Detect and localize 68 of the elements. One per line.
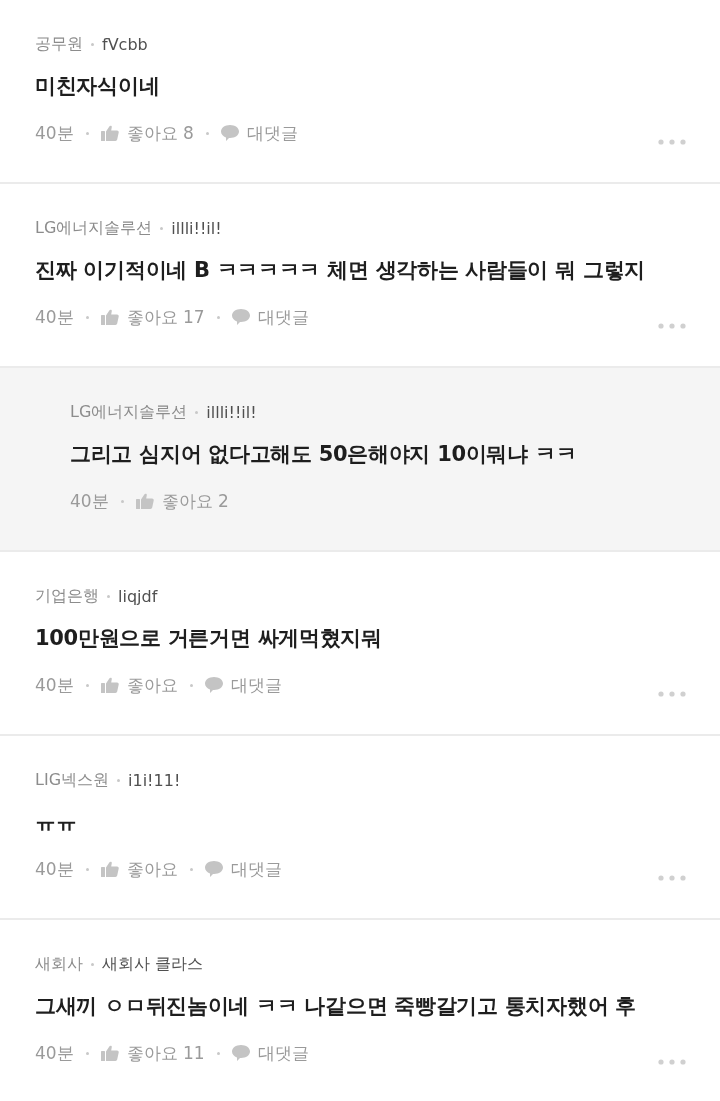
more-icon[interactable] bbox=[658, 323, 686, 329]
separator-dot-icon bbox=[91, 42, 94, 46]
separator-dot-icon bbox=[117, 778, 121, 782]
comment-text: 그새끼 ㅇㅁ뒤진놈이네 ㅋㅋ 나같으면 죽빵갈기고 통치자했어 후 bbox=[35, 993, 637, 1020]
reply-button[interactable]: 대댓글 bbox=[204, 857, 282, 881]
nickname: illli!!il! bbox=[171, 218, 222, 238]
more-icon[interactable] bbox=[658, 1059, 686, 1065]
thumbs-up-icon bbox=[100, 1045, 119, 1061]
nickname: liqjdf bbox=[118, 586, 158, 606]
nickname: illli!!il! bbox=[206, 402, 257, 422]
separator-dot-icon bbox=[85, 131, 89, 135]
timestamp: 40분 bbox=[35, 121, 74, 145]
more-icon[interactable] bbox=[658, 139, 686, 145]
thumbs-up-icon bbox=[135, 493, 154, 509]
more-icon[interactable] bbox=[658, 691, 686, 697]
speech-bubble-icon bbox=[220, 125, 239, 141]
nickname: fVcbb bbox=[102, 34, 148, 54]
speech-bubble-icon bbox=[204, 861, 223, 877]
separator-dot-icon bbox=[85, 867, 89, 871]
like-button[interactable]: 좋아요 17 bbox=[100, 305, 205, 329]
thumbs-up-icon bbox=[100, 125, 119, 141]
company-name: 새회사 bbox=[35, 953, 83, 975]
reply-button[interactable]: 대댓글 bbox=[204, 673, 282, 697]
separator-dot-icon bbox=[216, 1051, 220, 1055]
company-name: 기업은행 bbox=[35, 585, 99, 607]
comment-text: 100만원으로 거른거면 싸게먹혔지뭐 bbox=[35, 625, 383, 652]
separator-dot-icon bbox=[85, 315, 89, 319]
company-name: LG에너지솔루션 bbox=[35, 217, 153, 239]
like-button[interactable]: 좋아요 bbox=[100, 857, 178, 881]
like-button[interactable]: 좋아요 2 bbox=[135, 489, 229, 513]
nickname: i1i!11! bbox=[128, 770, 181, 790]
thumbs-up-icon bbox=[100, 677, 119, 693]
reply-button[interactable]: 대댓글 bbox=[231, 1041, 309, 1065]
timestamp: 40분 bbox=[70, 489, 109, 513]
timestamp: 40분 bbox=[35, 305, 74, 329]
comment-text: 미친자식이네 bbox=[35, 73, 161, 100]
separator-dot-icon bbox=[85, 683, 89, 687]
speech-bubble-icon bbox=[204, 677, 223, 693]
separator-dot-icon bbox=[189, 683, 193, 687]
separator-dot-icon bbox=[195, 410, 199, 414]
separator-dot-icon bbox=[160, 226, 164, 230]
comment-text: ㅠㅠ bbox=[35, 809, 78, 836]
reply-button[interactable]: 대댓글 bbox=[220, 121, 298, 145]
comment-text: 진짜 이기적이네 B ㅋㅋㅋㅋㅋ 체면 생각하는 사람들이 뭐 그렇지 bbox=[35, 257, 646, 284]
timestamp: 40분 bbox=[35, 1041, 74, 1065]
speech-bubble-icon bbox=[231, 309, 250, 325]
timestamp: 40분 bbox=[35, 857, 74, 881]
separator-dot-icon bbox=[189, 867, 193, 871]
thumbs-up-icon bbox=[100, 309, 119, 325]
more-icon[interactable] bbox=[658, 875, 686, 881]
separator-dot-icon bbox=[107, 594, 110, 598]
like-button[interactable]: 좋아요 bbox=[100, 673, 178, 697]
comment-text: 그리고 심지어 없다고해도 50은해야지 10이뭐냐 ㅋㅋ bbox=[70, 441, 578, 468]
company-name: LIG넥스원 bbox=[35, 769, 110, 791]
company-name: LG에너지솔루션 bbox=[70, 401, 188, 423]
nickname: 새회사 클라스 bbox=[102, 953, 204, 975]
separator-dot-icon bbox=[85, 1051, 89, 1055]
separator-dot-icon bbox=[91, 962, 94, 966]
thumbs-up-icon bbox=[100, 861, 119, 877]
timestamp: 40분 bbox=[35, 673, 74, 697]
separator-dot-icon bbox=[205, 131, 209, 135]
company-name: 공무원 bbox=[35, 33, 83, 55]
reply-button[interactable]: 대댓글 bbox=[231, 305, 309, 329]
separator-dot-icon bbox=[216, 315, 220, 319]
like-button[interactable]: 좋아요 8 bbox=[100, 121, 194, 145]
speech-bubble-icon bbox=[231, 1045, 250, 1061]
like-button[interactable]: 좋아요 11 bbox=[100, 1041, 205, 1065]
separator-dot-icon bbox=[120, 499, 124, 503]
